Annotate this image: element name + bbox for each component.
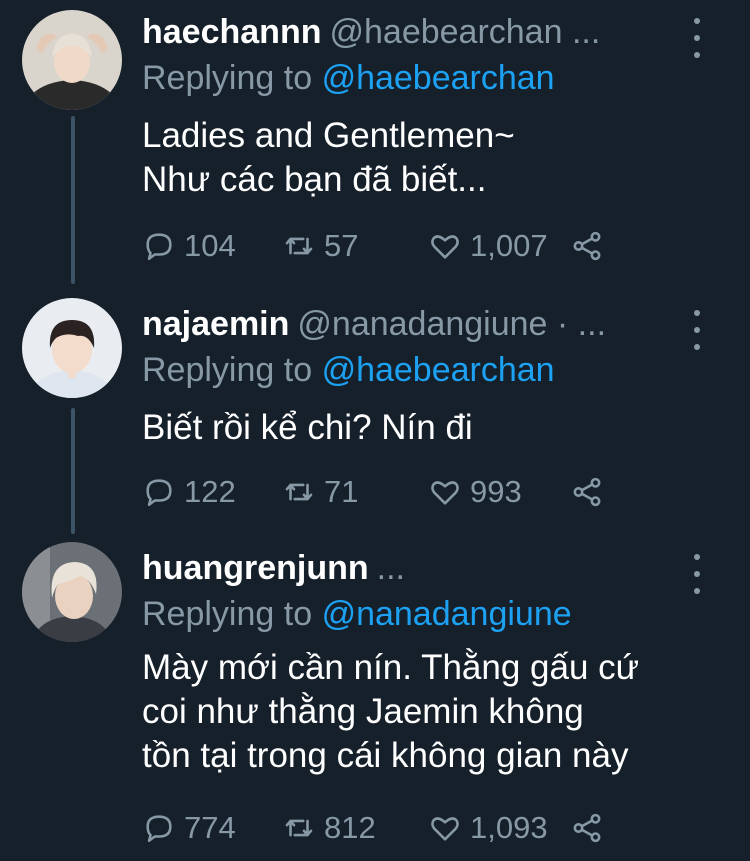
avatar-image	[22, 10, 122, 110]
replying-to: Replying to @nanadangiune	[142, 592, 572, 636]
reply-button[interactable]: 122	[142, 472, 236, 512]
like-count: 1,093	[470, 810, 548, 845]
tweet-2[interactable]: najaemin @nanadangiune · ... Replying to …	[0, 292, 750, 534]
retweet-icon	[285, 819, 313, 837]
tweet-text: Mày mới cần nín. Thằng gấu cứ coi như th…	[142, 648, 640, 775]
like-button[interactable]: 1,093	[428, 808, 548, 848]
replying-to-handle[interactable]: @nanadangiune	[322, 595, 572, 633]
handle[interactable]: ...	[377, 549, 405, 587]
more-options-icon[interactable]	[690, 310, 704, 350]
reply-button[interactable]: 104	[142, 226, 236, 266]
heart-icon	[431, 817, 459, 841]
replying-to: Replying to @haebearchan	[142, 348, 555, 392]
retweet-button[interactable]: 57	[282, 226, 358, 266]
retweet-count: 71	[324, 474, 359, 509]
tweet-1[interactable]: haechannn @haebearchan ... Replying to @h…	[0, 0, 750, 290]
share-icon	[573, 231, 601, 261]
tweet-actions: 774 812 1,093	[142, 808, 722, 848]
display-name[interactable]: haechannn	[142, 13, 321, 51]
replying-to-label: Replying to	[142, 59, 313, 97]
replying-to-label: Replying to	[142, 351, 313, 389]
tweet-actions: 122 71 993	[142, 472, 722, 512]
tweet-header: najaemin @nanadangiune · ...	[142, 302, 690, 346]
reply-icon	[146, 479, 172, 507]
share-button[interactable]	[570, 472, 612, 512]
tweet-actions: 104 57 1,007	[142, 226, 722, 266]
handle[interactable]: @haebearchan ...	[329, 13, 600, 51]
reply-count: 122	[184, 474, 236, 509]
avatar-image	[22, 542, 122, 642]
heart-icon	[431, 235, 459, 259]
avatar[interactable]	[22, 10, 122, 110]
tweet-header: huangrenjunn...	[142, 546, 690, 590]
retweet-button[interactable]: 71	[282, 472, 358, 512]
reply-icon	[146, 233, 172, 261]
retweet-icon	[285, 237, 313, 255]
like-count: 993	[470, 474, 522, 509]
tweet-text: Ladies and Gentlemen~ Như các bạn đã biế…	[142, 116, 515, 199]
retweet-button[interactable]: 812	[282, 808, 376, 848]
reply-icon	[146, 815, 172, 843]
replying-to-handle[interactable]: @haebearchan	[322, 351, 555, 389]
retweet-icon	[285, 483, 313, 501]
tweet-text: Biết rồi kể chi? Nín đi	[142, 408, 473, 447]
like-button[interactable]: 1,007	[428, 226, 548, 266]
like-button[interactable]: 993	[428, 472, 522, 512]
reply-count: 104	[184, 228, 236, 263]
replying-to-label: Replying to	[142, 595, 313, 633]
retweet-count: 812	[324, 810, 376, 845]
share-icon	[573, 477, 601, 507]
retweet-count: 57	[324, 228, 359, 263]
reply-button[interactable]: 774	[142, 808, 236, 848]
avatar-image	[22, 298, 122, 398]
avatar[interactable]	[22, 542, 122, 642]
replying-to-handle[interactable]: @haebearchan	[322, 59, 555, 97]
share-icon	[573, 813, 601, 843]
tweet-header: haechannn @haebearchan ...	[142, 10, 690, 54]
share-button[interactable]	[570, 226, 612, 266]
share-button[interactable]	[570, 808, 612, 848]
avatar[interactable]	[22, 298, 122, 398]
like-count: 1,007	[470, 228, 548, 263]
handle[interactable]: @nanadangiune · ...	[297, 305, 606, 343]
more-options-icon[interactable]	[690, 18, 704, 58]
replying-to: Replying to @haebearchan	[142, 56, 555, 100]
more-options-icon[interactable]	[690, 554, 704, 594]
display-name[interactable]: najaemin	[142, 305, 289, 343]
reply-count: 774	[184, 810, 236, 845]
heart-icon	[431, 481, 459, 505]
display-name[interactable]: huangrenjunn	[142, 549, 369, 587]
tweet-3[interactable]: huangrenjunn... Replying to @nanadangiun…	[0, 536, 750, 861]
